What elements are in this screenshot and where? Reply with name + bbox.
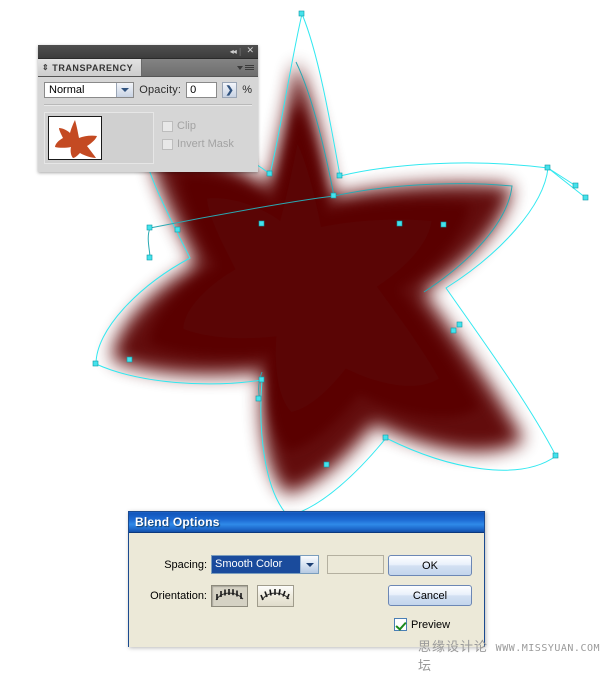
mask-row: Clip Invert Mask: [44, 112, 252, 164]
starfish-thumbnail-icon: [55, 120, 97, 158]
tab-grip-icon: ⇕: [42, 62, 50, 72]
chevron-down-icon[interactable]: [116, 83, 134, 97]
align-to-path-icon[interactable]: [257, 585, 294, 607]
spacing-select[interactable]: Smooth Color: [211, 555, 319, 574]
blend-options-dialog[interactable]: Blend Options Spacing: Smooth Color Orie…: [128, 511, 485, 647]
blend-mode-value: Normal: [49, 84, 85, 96]
align-to-path-glyph: [260, 589, 290, 601]
close-icon[interactable]: ✕: [246, 47, 254, 56]
align-to-page-icon[interactable]: [211, 585, 248, 607]
panel-body: Normal Opacity: 0 ❯ % Clip Invert Mask: [38, 77, 258, 172]
clip-label: Clip: [177, 120, 196, 132]
panel-menu-button[interactable]: [142, 59, 258, 76]
preview-label: Preview: [411, 618, 451, 631]
clip-option-row[interactable]: Clip: [162, 120, 234, 132]
opacity-percent-label: %: [242, 84, 252, 96]
preview-option-row[interactable]: Preview: [394, 618, 450, 631]
align-to-page-glyph: [215, 589, 244, 601]
invert-mask-option-row[interactable]: Invert Mask: [162, 138, 234, 150]
tab-transparency[interactable]: ⇕ TRANSPARENCY: [38, 59, 143, 76]
panel-divider: [44, 104, 252, 106]
spacing-label: Spacing:: [164, 559, 207, 571]
ok-button[interactable]: OK: [388, 555, 472, 576]
opacity-label: Opacity:: [139, 84, 182, 96]
dialog-body: Spacing: Smooth Color Orientation: OK Ca…: [129, 533, 484, 647]
transparency-panel[interactable]: ◂◂ | ✕ ⇕ TRANSPARENCY Normal Opacity: 0 …: [38, 45, 258, 172]
panel-menu-icon: [245, 65, 254, 70]
panel-titlebar[interactable]: ◂◂ | ✕: [38, 45, 258, 59]
panel-tabbar: ⇕ TRANSPARENCY: [38, 59, 258, 77]
dialog-titlebar[interactable]: Blend Options: [129, 512, 484, 533]
cancel-button[interactable]: Cancel: [388, 585, 472, 606]
mask-options: Clip Invert Mask: [162, 112, 234, 150]
tab-transparency-label: TRANSPARENCY: [52, 62, 134, 73]
titlebar-separator: |: [238, 46, 242, 56]
panel-menu-caret-icon: [237, 65, 243, 70]
collapse-panel-icon[interactable]: ◂◂: [230, 47, 237, 56]
thumbnail-area[interactable]: [44, 112, 154, 164]
clip-checkbox[interactable]: [162, 120, 173, 132]
object-thumbnail[interactable]: [48, 116, 102, 160]
invert-mask-checkbox[interactable]: [162, 138, 173, 150]
dialog-title: Blend Options: [135, 515, 220, 529]
orientation-label: Orientation:: [150, 590, 207, 602]
blend-mode-select[interactable]: Normal: [44, 82, 135, 98]
spacing-value: Smooth Color: [212, 556, 300, 573]
chevron-right-icon[interactable]: ❯: [221, 82, 238, 98]
blend-mode-row: Normal Opacity: 0 ❯ %: [44, 82, 252, 98]
invert-mask-label: Invert Mask: [177, 138, 234, 150]
preview-checkbox[interactable]: [394, 618, 407, 631]
opacity-input[interactable]: 0: [186, 82, 217, 98]
chevron-down-icon[interactable]: [300, 556, 318, 573]
spacing-steps-input[interactable]: [327, 555, 384, 574]
